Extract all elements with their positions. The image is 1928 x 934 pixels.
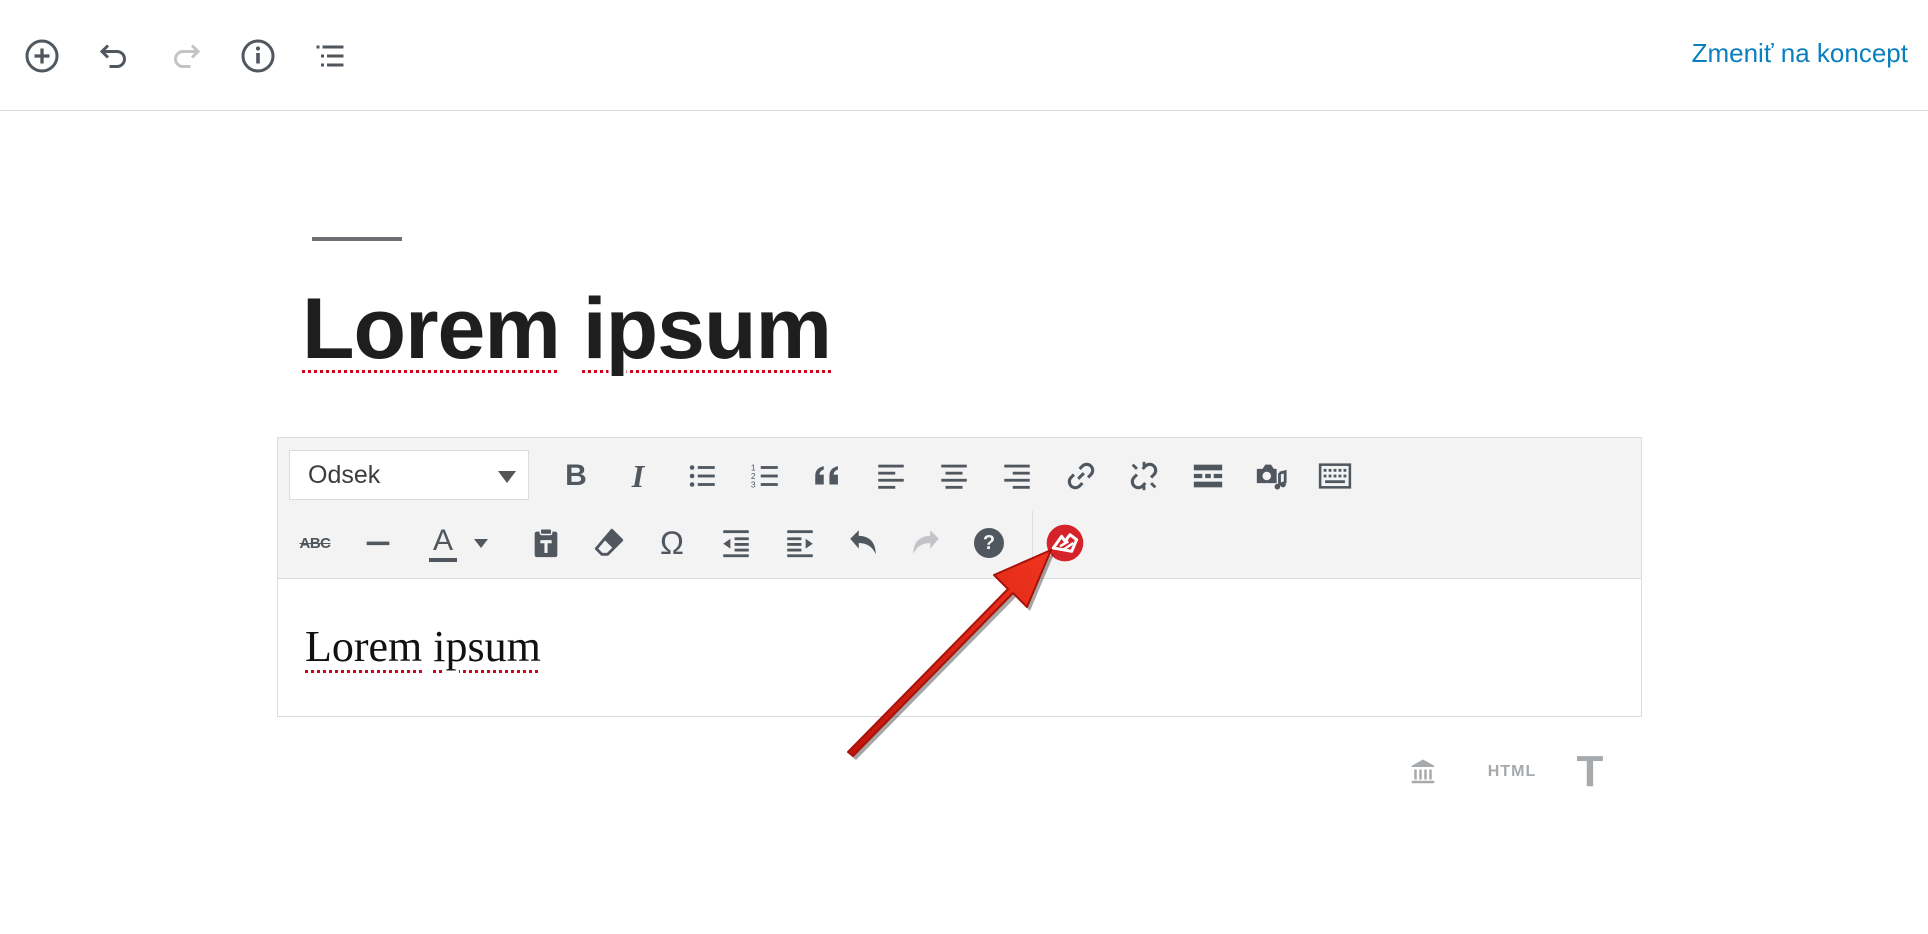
toolbar-toggle-button[interactable] <box>1311 452 1359 500</box>
bank-icon <box>1411 759 1435 784</box>
italic-button[interactable]: I <box>614 452 662 500</box>
chevron-down-icon <box>498 471 516 483</box>
switch-to-draft-button[interactable]: Zmeniť na koncept <box>1692 38 1908 69</box>
unlink-icon <box>1130 461 1158 491</box>
svg-text:3: 3 <box>751 479 756 489</box>
add-block-button[interactable] <box>22 36 62 76</box>
blockquote-button[interactable] <box>804 452 852 500</box>
editor-undo-button[interactable] <box>839 519 887 567</box>
editor-redo-button[interactable] <box>902 519 950 567</box>
bulleted-list-icon <box>689 465 715 487</box>
align-center-icon <box>941 464 967 489</box>
post-title-word: Lorem <box>302 281 561 377</box>
bold-icon: B <box>565 459 587 492</box>
align-left-icon <box>878 464 904 489</box>
redo-button[interactable] <box>166 36 206 76</box>
text-color-button[interactable]: A <box>419 519 467 567</box>
redo-icon <box>174 44 201 68</box>
eraser-icon <box>594 528 624 556</box>
clear-formatting-button[interactable] <box>585 519 633 567</box>
info-icon <box>241 39 275 73</box>
keyboard-icon <box>1318 463 1352 489</box>
undo-button[interactable] <box>94 36 134 76</box>
numbered-list-button[interactable]: 1 2 3 <box>741 452 789 500</box>
post-title[interactable]: Lorem ipsum <box>302 280 832 379</box>
paste-as-text-button[interactable] <box>522 519 570 567</box>
read-more-icon <box>1193 464 1223 488</box>
horizontal-line-button[interactable] <box>354 519 402 567</box>
bold-button[interactable]: B <box>552 452 600 500</box>
visual-mode-button[interactable] <box>1405 752 1441 792</box>
undo-icon <box>850 530 876 555</box>
html-mode-button[interactable]: HTML <box>1482 752 1542 792</box>
align-right-button[interactable] <box>993 452 1041 500</box>
toolbar-divider <box>1032 511 1033 571</box>
undo-icon <box>99 44 126 68</box>
omega-icon: Ω <box>660 524 684 561</box>
keyboard-shortcuts-button[interactable]: ? <box>965 519 1013 567</box>
align-right-icon <box>1004 464 1030 489</box>
remove-link-button[interactable] <box>1120 452 1168 500</box>
read-more-button[interactable] <box>1184 452 1232 500</box>
format-select[interactable]: Odsek <box>289 450 529 500</box>
classic-editor-block: Odsek B I 1 2 3 ABC A Ω ? Lorem ipsum <box>277 437 1642 717</box>
text-color-dropdown-button[interactable] <box>466 519 496 567</box>
link-icon <box>1067 462 1095 490</box>
chevron-down-icon <box>474 538 488 548</box>
info-button[interactable] <box>238 36 278 76</box>
quote-icon <box>815 466 838 485</box>
add-media-button[interactable] <box>1247 452 1295 500</box>
horizontal-line-icon <box>366 541 390 546</box>
camera-music-icon <box>1256 464 1287 490</box>
help-icon: ? <box>974 528 1004 558</box>
plugin-logo-icon <box>1046 524 1084 562</box>
strikethrough-icon: ABC <box>299 534 332 552</box>
text-color-icon: A <box>428 524 457 562</box>
editor-toolbar: Odsek B I 1 2 3 ABC A Ω ? <box>278 438 1641 579</box>
clipboard-icon <box>534 528 558 558</box>
strikethrough-button[interactable]: ABC <box>291 519 339 567</box>
insert-link-button[interactable] <box>1057 452 1105 500</box>
indent-icon <box>787 530 813 558</box>
outline-button[interactable] <box>310 36 350 76</box>
indent-button[interactable] <box>776 519 824 567</box>
outdent-button[interactable] <box>712 519 760 567</box>
title-separator <box>312 237 402 241</box>
special-character-button[interactable]: Ω <box>648 519 696 567</box>
outdent-icon <box>723 530 749 558</box>
text-mode-button[interactable]: T <box>1572 747 1608 796</box>
bulleted-list-button[interactable] <box>678 452 726 500</box>
plugin-button[interactable] <box>1041 519 1089 567</box>
content-word: Lorem <box>305 622 423 671</box>
numbered-list-icon: 1 2 3 <box>751 462 778 489</box>
post-title-word: ipsum <box>582 281 832 377</box>
editor-content[interactable]: Lorem ipsum <box>305 621 541 672</box>
format-select-value: Odsek <box>308 461 381 489</box>
italic-icon: I <box>631 457 645 494</box>
outline-icon <box>316 45 344 67</box>
redo-icon <box>913 530 939 555</box>
align-center-button[interactable] <box>930 452 978 500</box>
content-word: ipsum <box>433 622 541 671</box>
align-left-button[interactable] <box>867 452 915 500</box>
add-block-icon <box>25 39 59 73</box>
editor-top-bar: Zmeniť na koncept <box>0 0 1928 111</box>
